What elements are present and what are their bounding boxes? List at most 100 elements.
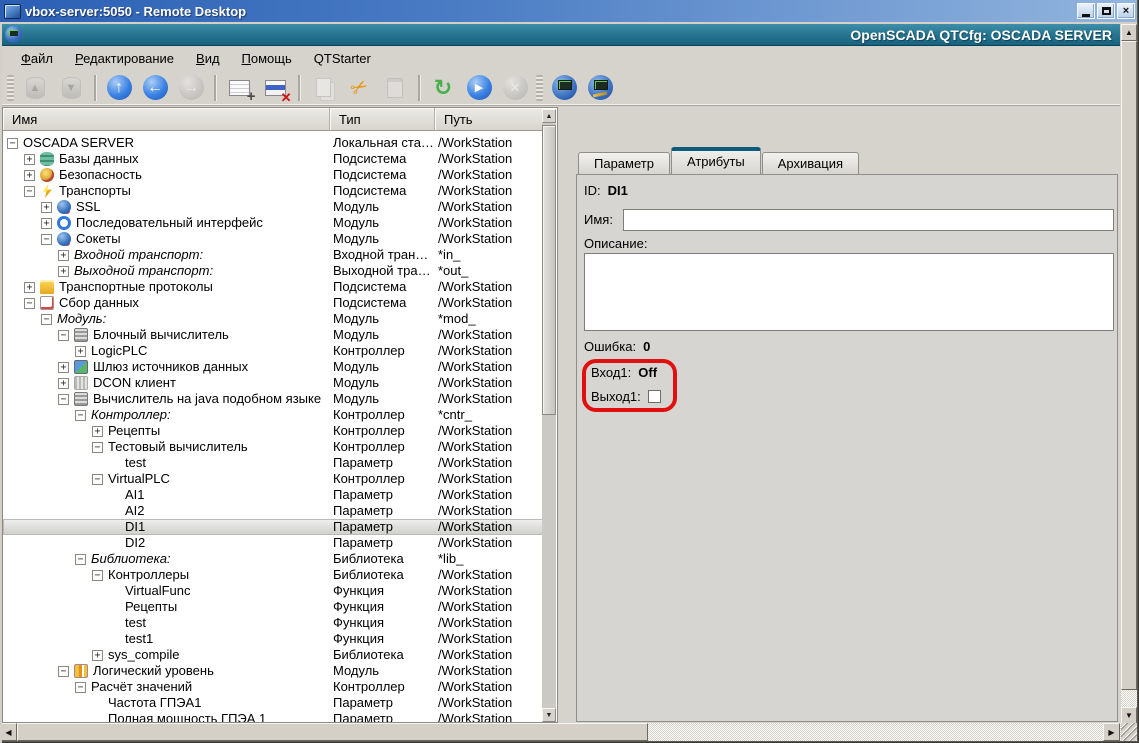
expand-icon[interactable]: + [58,250,69,261]
cut-button[interactable] [342,72,376,104]
tree-row[interactable]: +DCON клиентМодуль/WorkStation [3,375,543,391]
tree-row[interactable]: −ТранспортыПодсистема/WorkStation [3,183,543,199]
app-titlebar[interactable]: OpenSCADA QTCfg: OSCADA SERVER [2,24,1120,46]
tree-row[interactable]: VirtualFuncФункция/WorkStation [3,583,543,599]
tab-attributes[interactable]: Атрибуты [671,147,761,174]
collapse-icon[interactable]: − [7,138,18,149]
window-titlebar[interactable]: vbox-server:5050 - Remote Desktop × [0,0,1139,22]
vnc-scroll-right-icon[interactable]: ▶ [1103,723,1120,741]
expand-icon[interactable]: + [41,202,52,213]
tree-row[interactable]: testФункция/WorkStation [3,615,543,631]
expand-icon[interactable]: + [41,218,52,229]
expand-icon[interactable]: + [24,154,35,165]
collapse-icon[interactable]: − [41,234,52,245]
tree-row[interactable]: +РецептыКонтроллер/WorkStation [3,423,543,439]
menu-qtstarter[interactable]: QTStarter [303,48,382,69]
tree-row[interactable]: Частота ГПЭА1Параметр/WorkStation [3,695,543,711]
tree-row[interactable]: −Модуль:Модуль*mod_ [3,311,543,327]
expand-icon[interactable]: + [58,266,69,277]
tab-archiving[interactable]: Архивация [762,152,859,174]
column-header-name[interactable]: Имя [3,108,330,131]
collapse-icon[interactable]: − [58,394,69,405]
column-header-path[interactable]: Путь [435,108,543,131]
tree-row[interactable]: +Базы данныхПодсистема/WorkStation [3,151,543,167]
expand-icon[interactable]: + [58,378,69,389]
tree-row[interactable]: −Контроллер:Контроллер*cntr_ [3,407,543,423]
tree-row[interactable]: +LogicPLCКонтроллер/WorkStation [3,343,543,359]
menu-view[interactable]: Вид [185,48,231,69]
menu-help[interactable]: Помощь [231,48,303,69]
tree-row[interactable]: РецептыФункция/WorkStation [3,599,543,615]
tree-row[interactable]: AI1Параметр/WorkStation [3,487,543,503]
tree-row[interactable]: −КонтроллерыБиблиотека/WorkStation [3,567,543,583]
expand-icon[interactable]: + [92,650,103,661]
tree-row[interactable]: +БезопасностьПодсистема/WorkStation [3,167,543,183]
forward-button[interactable] [174,72,208,104]
delete-item-button[interactable] [258,72,292,104]
add-item-button[interactable] [222,72,256,104]
expand-icon[interactable]: + [58,362,69,373]
tree-row[interactable]: −Тестовый вычислительКонтроллер/WorkStat… [3,439,543,455]
tree-row[interactable]: −Расчёт значенийКонтроллер/WorkStation [3,679,543,695]
tree-row[interactable]: −Сбор данныхПодсистема/WorkStation [3,295,543,311]
tree-scrollbar-thumb[interactable] [542,125,556,415]
minimize-button[interactable] [1077,3,1095,19]
up-button[interactable] [102,72,136,104]
save-to-db-button[interactable] [54,72,88,104]
tree-row[interactable]: −СокетыМодуль/WorkStation [3,231,543,247]
tree-row[interactable]: +Последовательный интерфейсМодуль/WorkSt… [3,215,543,231]
qtvision-button[interactable] [583,72,617,104]
expand-icon[interactable]: + [24,170,35,181]
column-header-type[interactable]: Тип [330,108,435,131]
vnc-horizontal-scrollbar[interactable]: ◀ ▶ [0,723,1121,741]
vnc-hscrollbar-thumb[interactable] [17,723,648,741]
collapse-icon[interactable]: − [24,298,35,309]
tree-row[interactable]: +Транспортные протоколыПодсистема/WorkSt… [3,279,543,295]
collapse-icon[interactable]: − [92,442,103,453]
stop-button[interactable] [498,72,532,104]
qtcfg-button[interactable] [547,72,581,104]
tree-row[interactable]: +Выходной транспорт:Выходной тра…*out_ [3,263,543,279]
copy-button[interactable] [306,72,340,104]
collapse-icon[interactable]: − [24,186,35,197]
tree-row[interactable]: DI2Параметр/WorkStation [3,535,543,551]
collapse-icon[interactable]: − [75,682,86,693]
vnc-vscrollbar-thumb[interactable] [1121,41,1137,690]
vnc-scroll-down-icon[interactable]: ▼ [1121,707,1137,724]
paste-button[interactable] [378,72,412,104]
description-textarea[interactable] [584,253,1114,331]
toolbar-handle[interactable] [536,75,543,101]
start-button[interactable] [462,72,496,104]
menu-edit[interactable]: Редактирование [64,48,185,69]
tab-parameter[interactable]: Параметр [578,152,670,174]
collapse-icon[interactable]: − [75,410,86,421]
collapse-icon[interactable]: − [92,474,103,485]
vnc-scroll-up-icon[interactable]: ▲ [1121,24,1137,41]
tree-row[interactable]: test1Функция/WorkStation [3,631,543,647]
toolbar-handle[interactable] [7,75,14,101]
collapse-icon[interactable]: − [58,666,69,677]
vnc-scroll-left-icon[interactable]: ◀ [0,723,17,741]
expand-icon[interactable]: + [24,282,35,293]
collapse-icon[interactable]: − [58,330,69,341]
load-from-db-button[interactable] [18,72,52,104]
tree-row[interactable]: +SSLМодуль/WorkStation [3,199,543,215]
scroll-down-icon[interactable]: ▼ [542,708,556,722]
back-button[interactable] [138,72,172,104]
tree-row[interactable]: Полная мощность ГПЭА 1Параметр/WorkStati… [3,711,543,722]
collapse-icon[interactable]: − [92,570,103,581]
panel-splitter[interactable] [558,107,568,723]
menu-file[interactable]: Файл [10,48,64,69]
collapse-icon[interactable]: − [41,314,52,325]
maximize-button[interactable] [1097,3,1115,19]
tree-row[interactable]: −Библиотека:Библиотека*lib_ [3,551,543,567]
tree-row[interactable]: −VirtualPLCКонтроллер/WorkStation [3,471,543,487]
tree-row[interactable]: −Вычислитель на java подобном языкеМодул… [3,391,543,407]
scroll-up-icon[interactable]: ▲ [542,109,556,123]
tree-row[interactable]: AI2Параметр/WorkStation [3,503,543,519]
close-button[interactable]: × [1117,3,1135,19]
tree-row[interactable]: DI1Параметр/WorkStation [3,519,543,535]
expand-icon[interactable]: + [92,426,103,437]
tree-row[interactable]: −Блочный вычислительМодуль/WorkStation [3,327,543,343]
tree-row[interactable]: +Шлюз источников данныхМодуль/WorkStatio… [3,359,543,375]
